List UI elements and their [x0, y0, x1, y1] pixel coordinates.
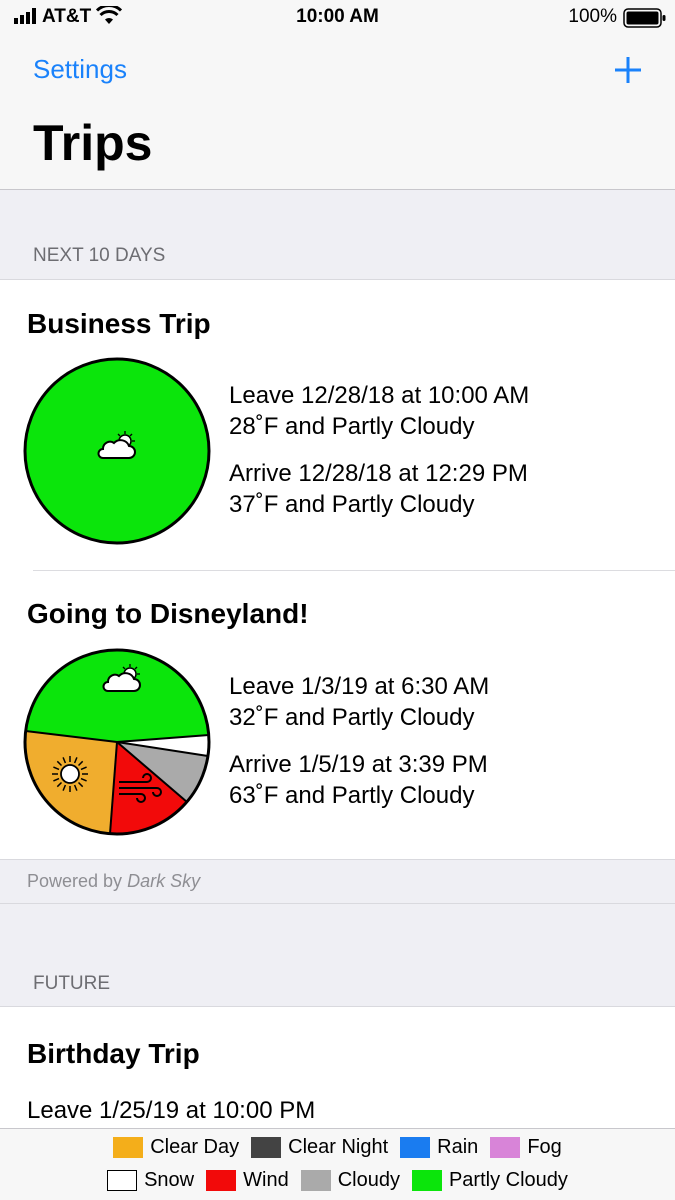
legend-label: Fog — [527, 1135, 562, 1158]
trip-arrive-weather: 37˚F and Partly Cloudy — [229, 491, 475, 518]
trip-leave-time: Leave 1/25/19 at 10:00 PM — [27, 1097, 316, 1124]
trip-row[interactable]: Going to Disneyland! Leave 1/3/19 at 6:3… — [0, 571, 675, 861]
legend-swatch — [490, 1136, 521, 1158]
legend-label: Rain — [437, 1135, 479, 1158]
section-header-next: NEXT 10 DAYS — [33, 245, 166, 266]
legend-swatch — [206, 1169, 237, 1191]
legend-row: Snow Wind Cloudy Partly Cloudy — [0, 1165, 675, 1195]
battery-icon — [623, 8, 666, 28]
powered-by-prefix: Powered by — [27, 871, 123, 891]
trip-arrive-time: Arrive 1/5/19 at 3:39 PM — [229, 751, 488, 778]
legend-item-fog: Fog — [490, 1135, 562, 1159]
navigation-bar: Settings Trips — [0, 36, 675, 190]
pie-slice-partly-cloudy — [25, 649, 209, 742]
trip-leave-weather: 32˚F and Partly Cloudy — [229, 704, 475, 731]
legend-label: Snow — [144, 1168, 195, 1191]
section-header-future: FUTURE — [33, 973, 111, 994]
battery-percent: 100% — [568, 6, 617, 27]
trip-title: Birthday Trip — [27, 1038, 200, 1069]
status-bar: AT&T 10:00 AM 100% — [0, 0, 675, 36]
powered-by-footer[interactable]: Powered by Dark Sky — [27, 871, 200, 892]
legend-item-cloudy: Cloudy — [300, 1168, 400, 1192]
legend-label: Partly Cloudy — [448, 1168, 568, 1191]
legend-item-snow: Snow — [107, 1169, 194, 1192]
sun-icon — [52, 756, 88, 792]
legend-swatch — [251, 1136, 282, 1158]
legend-label: Clear Night — [288, 1135, 389, 1158]
trip-title: Going to Disneyland! — [27, 598, 309, 629]
section-divider — [0, 903, 675, 904]
legend-swatch — [113, 1136, 144, 1158]
legend-swatch — [411, 1169, 442, 1191]
legend-label: Clear Day — [150, 1135, 240, 1158]
legend-item-partly-cloudy: Partly Cloudy — [411, 1168, 568, 1192]
settings-button[interactable]: Settings — [33, 54, 127, 85]
weather-pie-chart — [23, 357, 211, 545]
trip-leave-weather: 28˚F and Partly Cloudy — [229, 413, 475, 440]
next-trips-group: Business Trip Leave 12/28/18 at 10:00 AM… — [0, 279, 675, 860]
trip-arrive-time: Arrive 12/28/18 at 12:29 PM — [229, 460, 528, 487]
legend-swatch — [300, 1169, 331, 1191]
legend-row: Clear Day Clear Night Rain Fog — [0, 1132, 675, 1162]
trip-leave-time: Leave 12/28/18 at 10:00 AM — [229, 382, 530, 409]
legend-label: Wind — [243, 1168, 289, 1191]
plus-icon — [615, 57, 641, 83]
powered-by-brand: Dark Sky — [127, 871, 201, 891]
weather-legend: Clear Day Clear Night Rain Fog Snow Wind… — [0, 1128, 675, 1200]
page-title: Trips — [33, 115, 153, 171]
future-trips-group: Birthday Trip Leave 1/25/19 at 10:00 PM — [0, 1006, 675, 1128]
legend-item-wind: Wind — [206, 1169, 289, 1192]
trip-arrive-weather: 63˚F and Partly Cloudy — [229, 782, 475, 809]
weather-pie-chart — [23, 648, 211, 836]
legend-swatch — [107, 1169, 138, 1191]
trip-title: Business Trip — [27, 308, 211, 339]
legend-item-clear-day: Clear Day — [113, 1136, 239, 1159]
legend-item-rain: Rain — [400, 1136, 478, 1159]
trip-row[interactable]: Birthday Trip Leave 1/25/19 at 10:00 PM — [0, 1007, 675, 1129]
trip-leave-time: Leave 1/3/19 at 6:30 AM — [229, 673, 490, 700]
add-trip-button[interactable] — [612, 54, 644, 86]
legend-label: Cloudy — [337, 1168, 400, 1191]
legend-swatch — [400, 1136, 431, 1158]
legend-item-clear-night: Clear Night — [251, 1136, 388, 1159]
trip-row[interactable]: Business Trip Leave 12/28/18 at 10:00 AM… — [0, 280, 675, 570]
